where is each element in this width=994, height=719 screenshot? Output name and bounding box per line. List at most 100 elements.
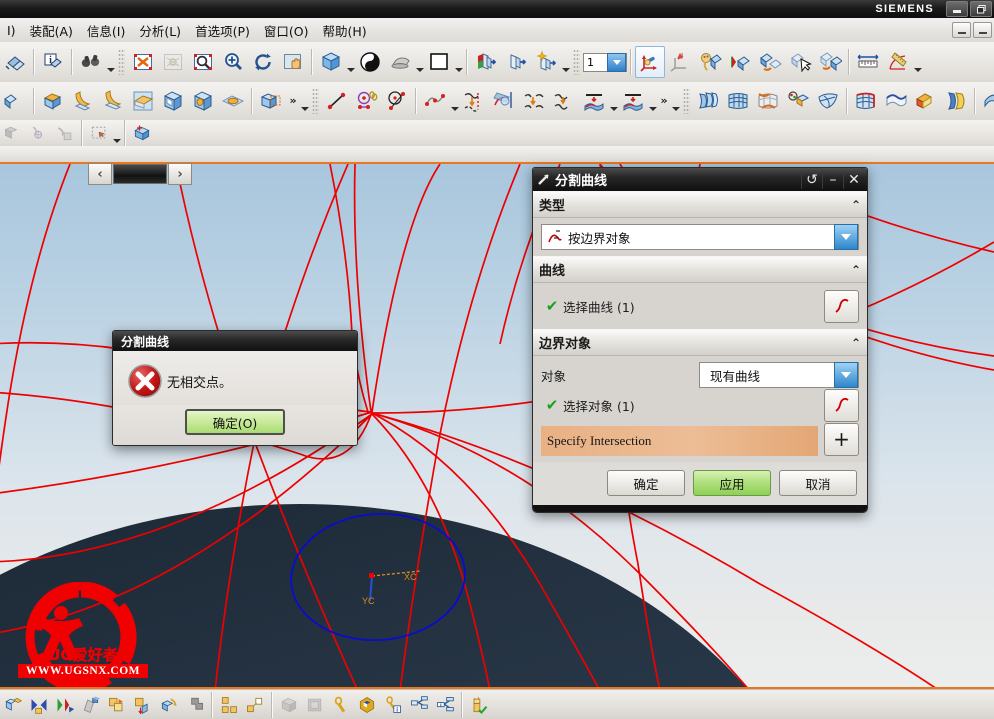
- background-dropdown-caret[interactable]: [454, 47, 463, 77]
- datum-plane-button[interactable]: [128, 85, 158, 117]
- suppress-button[interactable]: [276, 692, 302, 718]
- point-set-button[interactable]: [26, 120, 52, 146]
- toolbar-grip[interactable]: [118, 49, 125, 75]
- boss-button[interactable]: [218, 85, 248, 117]
- new-section-button[interactable]: [531, 46, 561, 78]
- promotion-button[interactable]: [182, 692, 208, 718]
- toolbar-grip[interactable]: [312, 88, 319, 114]
- wcs-display-button[interactable]: [129, 120, 155, 146]
- type-group-expander-icon[interactable]: ⌃: [851, 198, 861, 212]
- sew-button[interactable]: [0, 120, 26, 146]
- window-minimize-button[interactable]: [946, 1, 968, 17]
- cube-view-button[interactable]: [316, 46, 346, 78]
- pocket-button[interactable]: [158, 85, 188, 117]
- select-curve-row[interactable]: ✔ 选择曲线 (1): [541, 289, 859, 323]
- bounded-plane-button[interactable]: [881, 85, 911, 117]
- intersection-curve-button[interactable]: [489, 85, 519, 117]
- fit-view-button[interactable]: [128, 46, 158, 78]
- boundary-object-group-expander-icon[interactable]: ⌃: [851, 336, 861, 350]
- measure-dropdown-caret[interactable]: [913, 47, 922, 77]
- window-restore-button[interactable]: [970, 1, 992, 17]
- document-restore-button[interactable]: [973, 22, 992, 38]
- menu-assemblies[interactable]: 装配(A): [23, 19, 80, 42]
- ruled-surface-button[interactable]: [693, 85, 723, 117]
- dialog-ok-button[interactable]: 确定: [607, 470, 685, 496]
- menu-analysis[interactable]: 分析(L): [132, 19, 188, 42]
- offset-surface-button[interactable]: [979, 85, 994, 117]
- clip-section-button[interactable]: [471, 46, 501, 78]
- message-title-bar[interactable]: 分割曲线: [113, 331, 357, 351]
- through-curves-button[interactable]: [851, 85, 881, 117]
- spline-dropdown-caret[interactable]: [450, 86, 459, 116]
- white-square-background-button[interactable]: [424, 46, 454, 78]
- select-object-row[interactable]: ✔ 选择对象 (1): [541, 388, 859, 422]
- object-combo-arrow[interactable]: [834, 362, 858, 388]
- layer-number-field[interactable]: 1: [583, 52, 627, 72]
- resource-prev-button[interactable]: ‹: [88, 163, 112, 185]
- n-sided-surface-button[interactable]: [813, 85, 843, 117]
- display-object-button[interactable]: [0, 46, 30, 78]
- perspective-dropdown-caret[interactable]: [415, 47, 424, 77]
- transform-button[interactable]: [815, 46, 845, 78]
- spline-button[interactable]: [420, 85, 450, 117]
- pan-hand-button[interactable]: [278, 46, 308, 78]
- cube-view-dropdown-caret[interactable]: [346, 47, 355, 77]
- sketch-button[interactable]: [0, 85, 30, 117]
- dialog-cancel-button[interactable]: 取消: [779, 470, 857, 496]
- section-dropdown-caret[interactable]: [561, 47, 570, 77]
- boundary-object-group-header[interactable]: 边界对象 ⌃: [533, 329, 867, 356]
- arc-circle-button[interactable]: [352, 85, 382, 117]
- revolve-button[interactable]: [68, 85, 98, 117]
- zoom-in-button[interactable]: [218, 46, 248, 78]
- curve-group-header[interactable]: 曲线 ⌃: [533, 256, 867, 283]
- toolbar-grip[interactable]: [683, 88, 690, 114]
- mirror-button[interactable]: [725, 46, 755, 78]
- zoom-area-button[interactable]: [188, 46, 218, 78]
- hole-button[interactable]: [188, 85, 218, 117]
- pointer-select-button[interactable]: [785, 46, 815, 78]
- unsuppress-button[interactable]: [302, 692, 328, 718]
- selection-rectangle-button[interactable]: [86, 120, 112, 146]
- intersect-button[interactable]: [52, 692, 78, 718]
- offset-curve-button[interactable]: [549, 85, 579, 117]
- menu-window[interactable]: 窗口(O): [257, 19, 316, 42]
- object-combo[interactable]: 现有曲线: [699, 362, 859, 388]
- document-minimize-button[interactable]: [952, 22, 971, 38]
- resource-nav-track[interactable]: [113, 164, 167, 184]
- trim-body-button[interactable]: [256, 85, 286, 117]
- menu-preferences[interactable]: 首选项(P): [188, 19, 257, 42]
- menu-truncated[interactable]: I): [0, 21, 23, 40]
- edit-positioning-button[interactable]: i: [380, 692, 406, 718]
- curve-analysis-button[interactable]: [52, 120, 78, 146]
- divide-dropdown-caret[interactable]: [648, 86, 657, 116]
- pattern-face-button[interactable]: [156, 692, 182, 718]
- feature-dropdown-caret[interactable]: [300, 86, 309, 116]
- edit-feature-button[interactable]: [354, 692, 380, 718]
- extension-button[interactable]: [911, 85, 941, 117]
- taper-button[interactable]: [78, 692, 104, 718]
- message-ok-button[interactable]: 确定(O): [185, 409, 285, 435]
- measure-distance-button[interactable]: [853, 46, 883, 78]
- wcs-origin-button[interactable]: [665, 46, 695, 78]
- perspective-button[interactable]: [385, 46, 415, 78]
- toolbar-grip[interactable]: [573, 49, 580, 75]
- mirror-body-button[interactable]: [130, 692, 156, 718]
- selection-dropdown-caret[interactable]: [112, 118, 121, 148]
- binoculars-dropdown-caret[interactable]: [106, 47, 115, 77]
- pattern-feature-button[interactable]: [216, 692, 242, 718]
- shading-sphere-button[interactable]: [355, 46, 385, 78]
- instance-button[interactable]: [104, 692, 130, 718]
- menu-information[interactable]: 信息(I): [80, 19, 132, 42]
- type-combo-arrow[interactable]: [834, 224, 858, 250]
- extract-curve-button[interactable]: [579, 85, 609, 117]
- divide-curve-button[interactable]: [618, 85, 648, 117]
- wcs-dynamics-button[interactable]: [635, 46, 665, 78]
- through-curve-mesh-button[interactable]: [723, 85, 753, 117]
- line-button[interactable]: [322, 85, 352, 117]
- offset-region-button[interactable]: [242, 692, 268, 718]
- type-combo[interactable]: 按边界对象: [541, 224, 859, 250]
- dialog-close-button[interactable]: ✕: [843, 170, 864, 189]
- dialog-title-bar[interactable]: 分割曲线 ↺ – ✕: [533, 168, 867, 191]
- reorder-button[interactable]: i: [432, 692, 458, 718]
- extract-dropdown-caret[interactable]: [609, 86, 618, 116]
